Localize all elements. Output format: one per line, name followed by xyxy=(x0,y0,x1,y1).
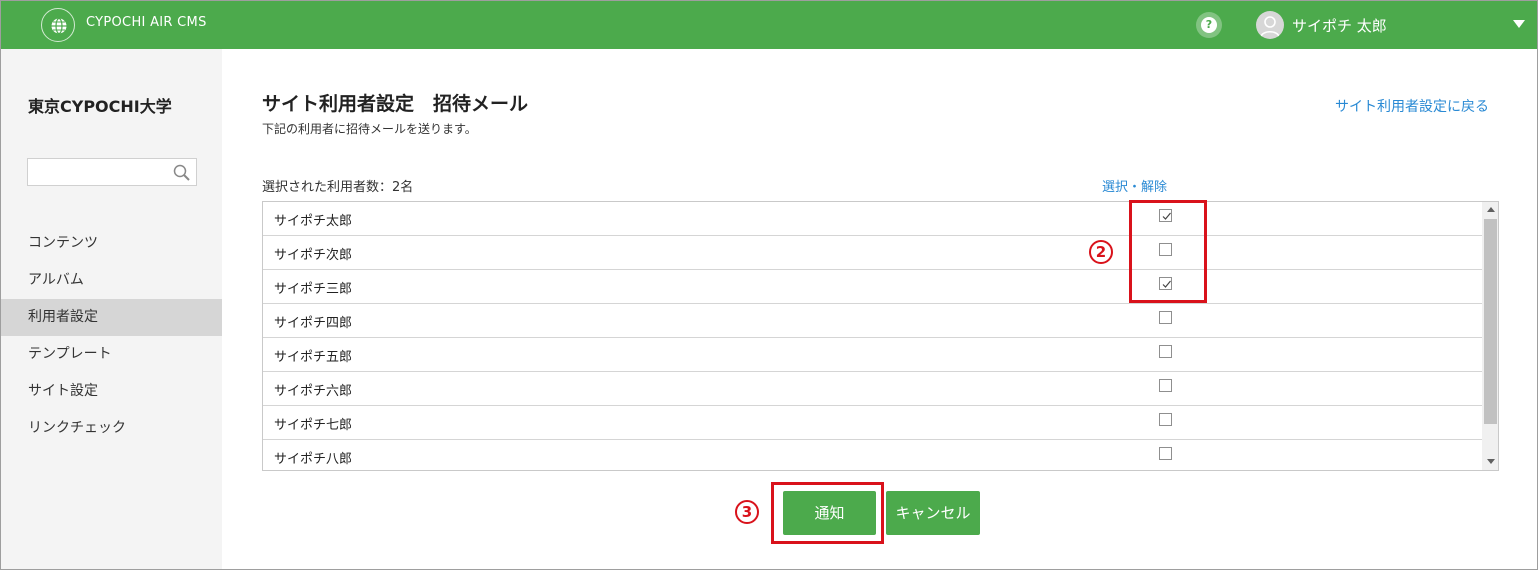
user-name-cell: サイポチ四郎 xyxy=(274,316,353,331)
user-name[interactable]: サイポチ 太郎 xyxy=(1292,15,1387,36)
list-item: サイポチ四郎 xyxy=(263,304,1482,338)
annotation-highlight-checkboxes xyxy=(1129,200,1207,303)
help-glyph: ? xyxy=(1201,17,1217,33)
globe-icon[interactable] xyxy=(41,8,75,42)
cancel-button[interactable]: キャンセル xyxy=(886,491,980,535)
top-bar: CYPOCHI AIR CMS ? サイポチ 太郎 xyxy=(1,1,1537,49)
help-icon[interactable]: ? xyxy=(1196,12,1222,38)
user-name-cell: サイポチ七郎 xyxy=(274,418,353,433)
sidebar-item-contents[interactable]: コンテンツ xyxy=(1,225,222,262)
list-item: サイポチ三郎 xyxy=(263,270,1482,304)
user-name-cell: サイポチ六郎 xyxy=(274,384,353,399)
app-window: CYPOCHI AIR CMS ? サイポチ 太郎 東京CYPOCHI大学 コン… xyxy=(0,0,1538,570)
list-item: サイポチ六郎 xyxy=(263,372,1482,406)
annotation-marker-2: 2 xyxy=(1089,240,1113,264)
user-checkbox[interactable] xyxy=(1159,413,1172,426)
sidebar-item-template[interactable]: テンプレート xyxy=(1,336,222,373)
list-item: サイポチ次郎 xyxy=(263,236,1482,270)
list-scrollbar[interactable] xyxy=(1482,202,1498,470)
scroll-up-arrow-icon[interactable] xyxy=(1487,207,1495,212)
user-name-cell: サイポチ次郎 xyxy=(274,248,353,263)
user-checkbox[interactable] xyxy=(1159,447,1172,460)
back-to-user-settings-link[interactable]: サイト利用者設定に戻る xyxy=(1335,96,1489,116)
app-title[interactable]: CYPOCHI AIR CMS xyxy=(86,15,207,30)
user-checkbox[interactable] xyxy=(1159,379,1172,392)
page-title: サイト利用者設定 招待メール xyxy=(262,93,529,115)
list-item: サイポチ八郎 xyxy=(263,440,1482,470)
user-name-cell: サイポチ三郎 xyxy=(274,282,353,297)
page-subtitle: 下記の利用者に招待メールを送ります。 xyxy=(262,122,477,136)
scroll-thumb[interactable] xyxy=(1484,219,1497,424)
sidebar-search[interactable] xyxy=(27,158,197,186)
scroll-down-arrow-icon[interactable] xyxy=(1487,459,1495,464)
annotation-marker-3: 3 xyxy=(735,500,759,524)
user-list: サイポチ太郎 サイポチ次郎 サイポチ三郎 サイポチ四郎 サイポチ五郎 サイポチ六… xyxy=(262,201,1499,471)
sidebar-item-user-settings[interactable]: 利用者設定 xyxy=(1,299,222,336)
list-item: サイポチ太郎 xyxy=(263,202,1482,236)
user-avatar-icon[interactable] xyxy=(1256,11,1284,39)
user-checkbox[interactable] xyxy=(1159,311,1172,324)
user-checkbox[interactable] xyxy=(1159,345,1172,358)
list-item: サイポチ七郎 xyxy=(263,406,1482,440)
user-name-cell: サイポチ五郎 xyxy=(274,350,353,365)
sidebar: 東京CYPOCHI大学 コンテンツ アルバム 利用者設定 テンプレート サイト設… xyxy=(1,49,222,569)
sidebar-item-site-settings[interactable]: サイト設定 xyxy=(1,373,222,410)
org-name: 東京CYPOCHI大学 xyxy=(28,97,172,116)
list-item: サイポチ五郎 xyxy=(263,338,1482,372)
sidebar-nav: コンテンツ アルバム 利用者設定 テンプレート サイト設定 リンクチェック xyxy=(1,225,222,447)
search-icon[interactable] xyxy=(173,164,191,186)
selected-count: 選択された利用者数：2名 xyxy=(262,180,414,195)
select-toggle-link[interactable]: 選択・解除 xyxy=(1102,176,1167,195)
notify-button[interactable]: 通知 xyxy=(783,491,876,535)
chevron-down-icon[interactable] xyxy=(1513,20,1525,28)
sidebar-item-album[interactable]: アルバム xyxy=(1,262,222,299)
sidebar-item-link-check[interactable]: リンクチェック xyxy=(1,410,222,447)
user-name-cell: サイポチ太郎 xyxy=(274,214,353,229)
user-name-cell: サイポチ八郎 xyxy=(274,452,353,467)
